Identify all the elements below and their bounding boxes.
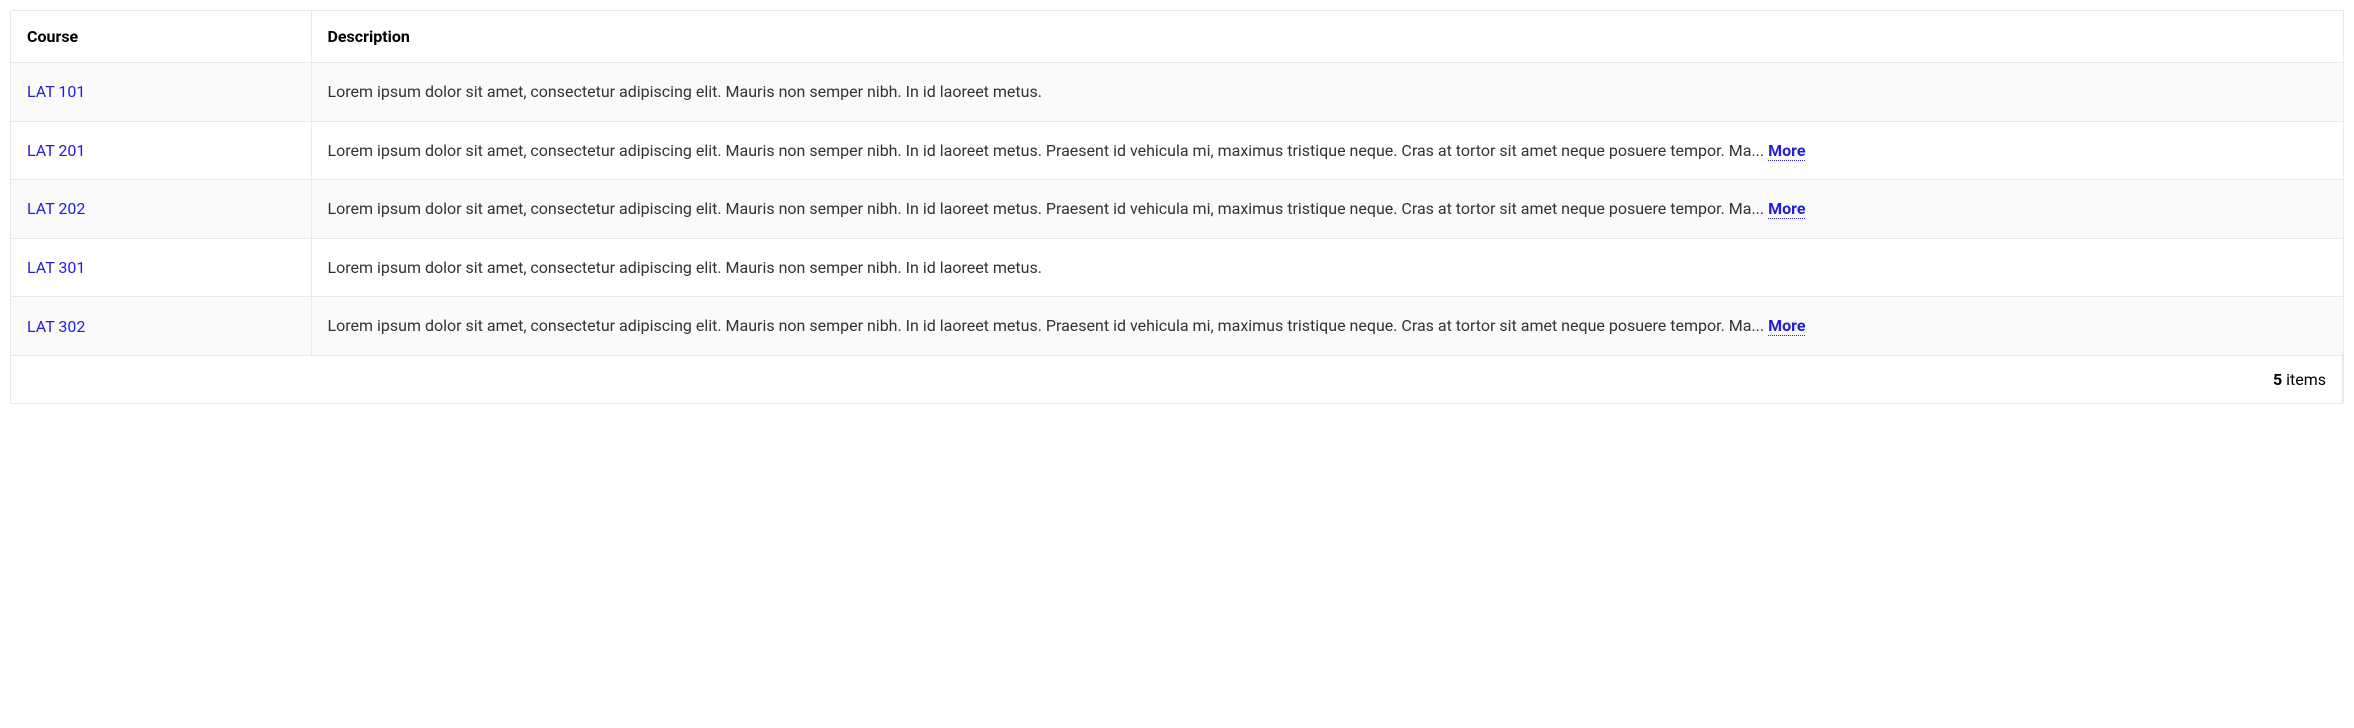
description-cell: Lorem ipsum dolor sit amet, consectetur … (311, 121, 2343, 180)
course-table: Course Description LAT 101 Lorem ipsum do… (11, 11, 2343, 403)
course-link[interactable]: LAT 201 (27, 141, 85, 160)
course-link[interactable]: LAT 101 (27, 82, 85, 101)
table-row: LAT 301 Lorem ipsum dolor sit amet, conse… (11, 238, 2343, 297)
description-cell: Lorem ipsum dolor sit amet, consectetur … (311, 297, 2343, 356)
table-row: LAT 202 Lorem ipsum dolor sit amet, conse… (11, 180, 2343, 239)
footer-row: 5 items (11, 355, 2343, 403)
course-cell: LAT 301 (11, 238, 311, 297)
description-text: Lorem ipsum dolor sit amet, consectetur … (328, 141, 1769, 160)
course-cell: LAT 202 (11, 180, 311, 239)
header-course: Course (11, 11, 311, 63)
description-cell: Lorem ipsum dolor sit amet, consectetur … (311, 238, 2343, 297)
footer-cell: 5 items (11, 355, 2343, 403)
course-link[interactable]: LAT 301 (27, 258, 85, 277)
table-row: LAT 201 Lorem ipsum dolor sit amet, conse… (11, 121, 2343, 180)
description-text: Lorem ipsum dolor sit amet, consectetur … (328, 258, 1042, 277)
header-description: Description (311, 11, 2343, 63)
course-table-container: Course Description LAT 101 Lorem ipsum do… (10, 10, 2344, 404)
more-link[interactable]: More (1768, 316, 1805, 336)
more-link[interactable]: More (1768, 199, 1805, 219)
description-cell: Lorem ipsum dolor sit amet, consectetur … (311, 180, 2343, 239)
course-cell: LAT 302 (11, 297, 311, 356)
description-text: Lorem ipsum dolor sit amet, consectetur … (328, 199, 1769, 218)
more-link[interactable]: More (1768, 141, 1805, 161)
footer-count: 5 (2273, 370, 2282, 389)
header-row: Course Description (11, 11, 2343, 63)
table-row: LAT 302 Lorem ipsum dolor sit amet, conse… (11, 297, 2343, 356)
course-cell: LAT 201 (11, 121, 311, 180)
course-link[interactable]: LAT 302 (27, 317, 85, 336)
footer-items-label: items (2282, 370, 2326, 389)
table-row: LAT 101 Lorem ipsum dolor sit amet, conse… (11, 63, 2343, 122)
description-text: Lorem ipsum dolor sit amet, consectetur … (328, 82, 1042, 101)
course-cell: LAT 101 (11, 63, 311, 122)
description-cell: Lorem ipsum dolor sit amet, consectetur … (311, 63, 2343, 122)
course-link[interactable]: LAT 202 (27, 199, 85, 218)
description-text: Lorem ipsum dolor sit amet, consectetur … (328, 316, 1769, 335)
